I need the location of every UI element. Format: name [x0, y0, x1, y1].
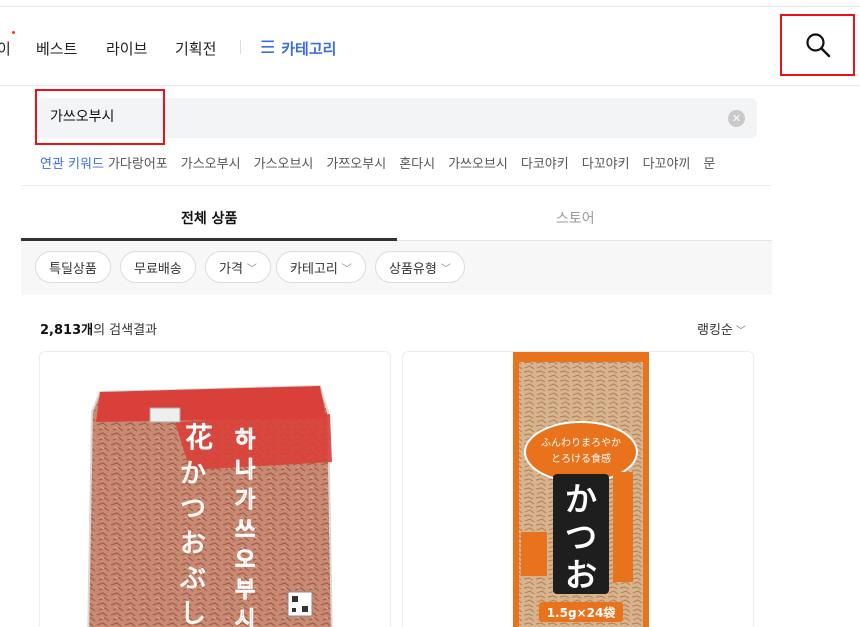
nav-item-category[interactable]: ☰ 카테고리	[260, 38, 336, 59]
category-label: 카테고리	[281, 40, 337, 58]
svg-text:お: お	[180, 529, 206, 559]
filter-product-type[interactable]: 상품유형 ﹀	[375, 251, 465, 283]
nav-divider	[0, 85, 860, 86]
svg-text:か: か	[565, 480, 597, 518]
svg-text:시: 시	[235, 608, 255, 627]
top-divider	[0, 6, 860, 7]
chevron-down-icon: ﹀	[246, 263, 257, 275]
tab-store[interactable]: 스토어	[556, 208, 595, 228]
filter-label: 특딜상품	[49, 261, 97, 277]
menu-icon: ☰	[260, 38, 276, 58]
keyword-link[interactable]: 혼다시	[399, 157, 435, 172]
sort-dropdown[interactable]: 랭킹순 ﹀	[697, 319, 746, 338]
svg-text:し: し	[180, 599, 206, 627]
svg-text:1.5g×24袋: 1.5g×24袋	[547, 605, 617, 620]
svg-text:가: 가	[235, 488, 255, 513]
svg-text:花: 花	[185, 421, 213, 454]
svg-text:か: か	[180, 459, 206, 489]
nav-separator	[240, 40, 241, 54]
product-image-katsuobushi-bag: 花 か つ お ぶ し 하 나 가 쓰 오 부 시	[87, 384, 333, 627]
product-card[interactable]: 花 か つ お ぶ し 하 나 가 쓰 오 부 시	[39, 351, 391, 627]
keyword-link[interactable]: 가스오브시	[254, 157, 314, 172]
svg-text:오: 오	[235, 548, 255, 573]
filter-bar: 특딜상품 무료배송 가격 ﹀ 카테고리 ﹀ 상품유형 ﹀	[21, 241, 772, 295]
nav-item-promotion[interactable]: 기획전	[175, 38, 216, 59]
filter-free-shipping[interactable]: 무료배송	[120, 251, 196, 283]
search-button[interactable]	[780, 14, 855, 76]
chevron-down-icon: ﹀	[341, 263, 352, 275]
svg-text:つ: つ	[180, 494, 206, 524]
product-image-katsuobushi-pack: ふんわりまろやか とろける食感 か つ お 1.5g×24袋	[513, 352, 649, 627]
chevron-down-icon: ﹀	[735, 326, 746, 337]
tab-all-products[interactable]: 전체 상품	[181, 208, 237, 228]
keyword-link[interactable]: 다코야키	[521, 157, 569, 172]
product-card[interactable]: ふんわりまろやか とろける食感 か つ お 1.5g×24袋	[402, 351, 754, 627]
svg-text:부: 부	[235, 578, 255, 603]
related-keywords: 연관 키워드 가다랑어포 가스오부시 가스오브시 가쯔오부시 혼다시 가쓰오브시 다코야키 다꼬…	[40, 153, 775, 173]
svg-text:ふんわりまろやか: ふんわりまろやか	[541, 437, 621, 449]
filter-label: 무료배송	[134, 261, 182, 277]
filter-category[interactable]: 카테고리 ﹀	[276, 251, 366, 283]
keyword-link[interactable]: 가쯔오부시	[326, 157, 386, 172]
chevron-down-icon: ﹀	[440, 263, 451, 275]
filter-special-deal[interactable]: 특딜상품	[35, 251, 111, 283]
svg-text:하: 하	[235, 428, 256, 453]
top-navigation: 이 베스트 라이브 기획전 ☰ 카테고리	[0, 26, 860, 68]
related-keywords-label: 연관 키워드	[40, 157, 104, 172]
svg-text:とろける食感: とろける食感	[551, 452, 611, 465]
keyword-link[interactable]: 가쓰오브시	[448, 157, 508, 172]
clear-icon[interactable]: ✕	[728, 110, 745, 127]
keyword-link[interactable]: 다꼬야끼	[643, 157, 691, 172]
keyword-link[interactable]: 다꼬야키	[582, 157, 630, 172]
keyword-link[interactable]: 문	[703, 157, 715, 172]
filter-price[interactable]: 가격 ﹀	[205, 251, 271, 283]
result-count-number: 2,813개	[40, 323, 94, 338]
svg-text:ぶ: ぶ	[179, 564, 206, 594]
result-tabs: 전체 상품 스토어	[21, 185, 772, 241]
svg-text:お: お	[565, 556, 597, 594]
search-icon	[805, 33, 830, 58]
nav-item-cut[interactable]: 이	[0, 38, 11, 59]
result-count-suffix: 의 검색결과	[93, 323, 158, 338]
search-query-highlight	[35, 89, 165, 145]
svg-text:나: 나	[235, 458, 255, 483]
sort-label: 랭킹순	[697, 323, 733, 338]
nav-item-live[interactable]: 라이브	[106, 38, 147, 59]
new-dot	[12, 31, 15, 34]
filter-label: 상품유형	[389, 261, 437, 277]
svg-text:つ: つ	[565, 518, 597, 556]
result-count: 2,813개의 검색결과	[40, 319, 157, 338]
keyword-link[interactable]: 가다랑어포	[108, 157, 168, 172]
keyword-link[interactable]: 가스오부시	[181, 157, 241, 172]
svg-text:쓰: 쓰	[235, 518, 255, 543]
filter-label: 카테고리	[290, 261, 338, 277]
nav-item-best[interactable]: 베스트	[36, 38, 77, 59]
filter-label: 가격	[219, 261, 243, 277]
